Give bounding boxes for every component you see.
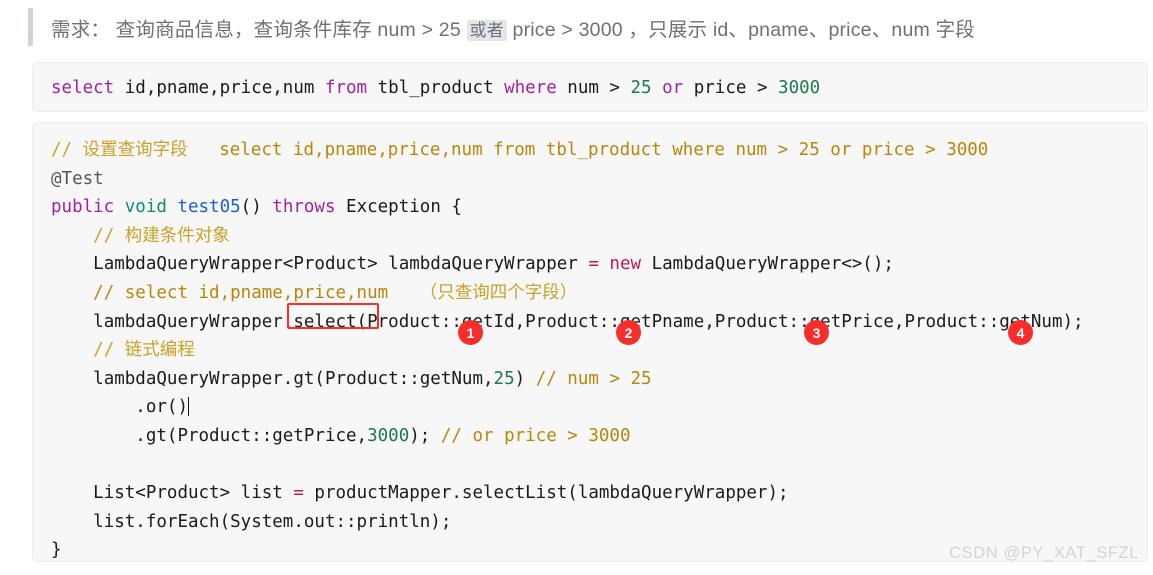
java-line4-comment: // 构建条件对象 <box>93 225 230 246</box>
java-gt-num-value: 25 <box>493 368 515 389</box>
java-or-call: .or() <box>135 397 188 418</box>
annotation-marker-3: 3 <box>804 320 829 345</box>
java-gt-price-close: ); <box>409 425 441 446</box>
java-wrapper-declaration: LambdaQueryWrapper<Product> lambdaQueryW… <box>93 254 589 275</box>
java-method-parens: () <box>240 197 273 218</box>
java-line1-sql-comment: select id,pname,price,num from tbl_produ… <box>219 140 989 160</box>
java-list-assign-operator: = <box>293 483 304 504</box>
java-annotation-test: @Test <box>51 168 104 189</box>
java-closing-brace: } <box>51 540 62 561</box>
java-gt-price-call: .gt(Product::getPrice, <box>135 425 368 446</box>
java-select-receiver: lambdaQueryWrapper <box>93 311 283 332</box>
text-cursor-caret <box>187 397 190 417</box>
sql-keyword-select: select <box>51 78 115 98</box>
java-gt-num-close: ) <box>514 368 536 389</box>
java-gt-num-call: lambdaQueryWrapper.gt(Product::getNum, <box>93 368 494 389</box>
java-line11-comment: // or price > 3000 <box>440 425 631 446</box>
sql-condition-right: price > <box>683 78 779 98</box>
sql-keyword-where: where <box>504 78 557 98</box>
sql-condition-left: num > <box>556 78 631 98</box>
sql-keyword-from: from <box>324 78 368 98</box>
java-foreach-call: list.forEach(System.out::println); <box>93 511 452 532</box>
requirement-prefix: 需求： 查询商品信息，查询条件库存 num > 25 <box>51 18 467 41</box>
java-keyword-void: void <box>114 197 167 218</box>
java-select-list-call: productMapper.selectList(lambdaQueryWrap… <box>303 483 789 504</box>
java-line6-comment: // select id,pname,price,num <box>93 282 389 303</box>
java-line6-comment-zh: （只查询四个字段） <box>419 282 578 303</box>
requirement-blockquote: 需求： 查询商品信息，查询条件库存 num > 25 或者 price > 30… <box>28 6 1138 48</box>
sql-keyword-or: or <box>651 78 684 98</box>
java-line9-comment: // num > 25 <box>535 368 652 389</box>
java-gt-price-value: 3000 <box>367 425 410 446</box>
annotation-marker-4: 4 <box>1008 320 1033 345</box>
java-code-block[interactable]: // 设置查询字段 select id,pname,price,num from… <box>32 122 1148 562</box>
java-keyword-new: new <box>598 254 642 275</box>
sql-columns: id,pname,price,num <box>114 78 325 98</box>
blockquote-accent-bar <box>28 8 33 46</box>
java-wrapper-constructor: LambdaQueryWrapper<>(); <box>641 254 894 275</box>
java-line1-comment: // 设置查询字段 <box>51 140 188 160</box>
java-exception-type: Exception { <box>335 197 462 218</box>
annotation-marker-2: 2 <box>616 320 641 345</box>
java-method-name-test05: test05 <box>166 197 241 218</box>
java-assign-operator: = <box>588 254 599 275</box>
java-keyword-throws: throws <box>272 197 336 218</box>
sql-code-block[interactable]: select id,pname,price,num from tbl_produ… <box>32 62 1148 112</box>
java-line8-comment: // 链式编程 <box>93 340 195 361</box>
java-select-method-call: .select( <box>282 311 368 332</box>
requirement-badge-huozhe: 或者 <box>466 19 507 41</box>
requirement-text: 需求： 查询商品信息，查询条件库存 num > 25 或者 price > 30… <box>51 13 975 42</box>
java-list-declaration: List<Product> list <box>93 483 294 504</box>
sql-number-25: 25 <box>630 78 652 98</box>
java-keyword-public: public <box>51 197 115 218</box>
annotation-marker-1: 1 <box>458 320 483 345</box>
sql-number-3000: 3000 <box>778 78 821 98</box>
sql-table-name: tbl_product <box>367 78 505 98</box>
requirement-suffix: price > 3000 ，只展示 id、pname、price、num 字段 <box>506 18 975 41</box>
csdn-watermark: CSDN @PY_XAT_SFZL <box>949 544 1139 562</box>
